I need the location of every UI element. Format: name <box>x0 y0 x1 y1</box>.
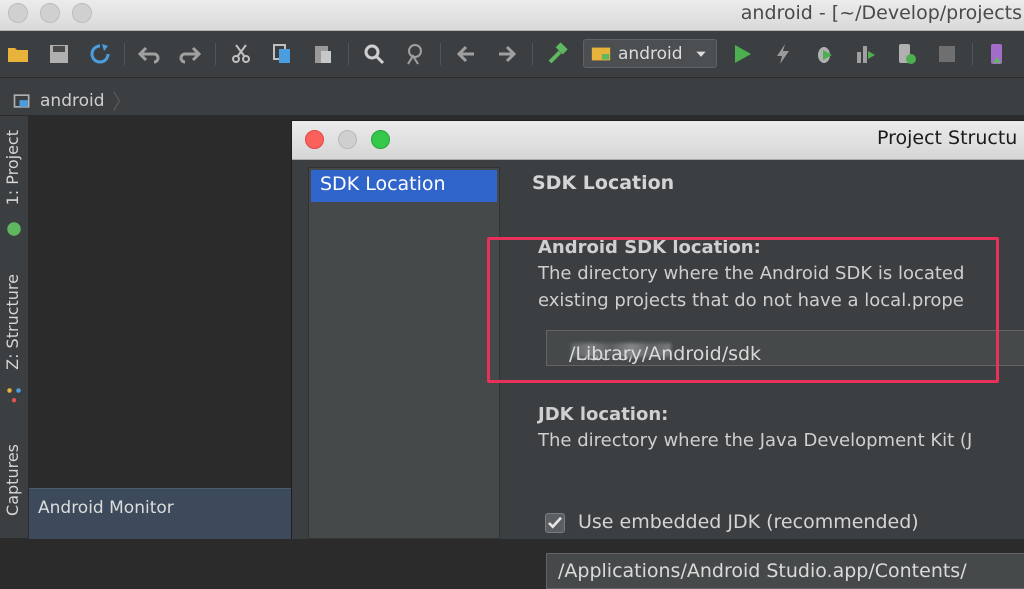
jdk-path-field[interactable]: /Applications/Android Studio.app/Content… <box>546 553 1024 589</box>
redo-icon[interactable] <box>175 39 205 69</box>
back-icon[interactable] <box>451 39 481 69</box>
make-icon[interactable] <box>543 39 573 69</box>
run-configuration-label: android <box>618 43 683 64</box>
attach-debugger-icon[interactable] <box>891 39 921 69</box>
dialog-title: Project Structu <box>877 127 1018 149</box>
sidebar-item-sdk-location[interactable]: SDK Location <box>311 170 497 202</box>
window-titlebar: android - [~/Develop/projects <box>0 0 1024 31</box>
android-icon <box>7 222 21 236</box>
android-monitor-title: Android Monitor <box>38 498 174 518</box>
debug-icon[interactable] <box>809 39 839 69</box>
forward-icon[interactable] <box>492 39 522 69</box>
paste-icon[interactable] <box>308 39 338 69</box>
close-window-button[interactable] <box>8 3 28 23</box>
breadcrumb-separator-icon <box>112 91 120 111</box>
structure-icon <box>7 388 21 403</box>
dialog-minimize-button[interactable] <box>338 130 357 149</box>
cut-icon[interactable] <box>226 39 256 69</box>
sidebar-item-label: SDK Location <box>320 173 446 195</box>
avd-manager-icon[interactable] <box>982 39 1012 69</box>
zoom-window-button[interactable] <box>72 3 92 23</box>
profile-icon[interactable] <box>850 39 880 69</box>
window-title: android - [~/Develop/projects <box>740 2 1022 24</box>
chevron-down-icon <box>696 51 706 57</box>
dialog-zoom-button[interactable] <box>371 130 390 149</box>
save-icon[interactable] <box>44 39 74 69</box>
main-toolbar: android <box>0 31 1024 78</box>
tab-project[interactable]: 1: Project <box>3 130 22 205</box>
copy-icon[interactable] <box>267 39 297 69</box>
breadcrumb-project: android <box>40 91 105 111</box>
tab-structure[interactable]: Z: Structure <box>3 274 22 370</box>
annotation-highlight-box <box>487 237 999 383</box>
jdk-location-label: JDK location: <box>538 404 669 425</box>
undo-icon[interactable] <box>134 39 164 69</box>
section-title: SDK Location <box>532 172 675 194</box>
run-configuration-dropdown[interactable]: android <box>583 39 717 68</box>
checkmark-icon <box>548 516 562 529</box>
android-module-icon <box>591 47 611 60</box>
apply-changes-icon[interactable] <box>768 39 798 69</box>
minimize-window-button[interactable] <box>40 3 60 23</box>
find-icon[interactable] <box>359 39 389 69</box>
android-monitor-panel[interactable]: Android Monitor <box>29 488 291 539</box>
sync-icon[interactable] <box>85 39 115 69</box>
use-embedded-jdk-checkbox[interactable] <box>545 513 565 533</box>
jdk-path-value: /Applications/Android Studio.app/Content… <box>558 560 967 582</box>
navigation-bar: android <box>0 78 1024 116</box>
folder-icon[interactable] <box>3 39 33 69</box>
dialog-sidebar: SDK Location <box>308 167 500 539</box>
tab-captures[interactable]: Captures <box>3 444 22 516</box>
stop-icon[interactable] <box>932 39 962 69</box>
project-folder-icon <box>13 94 30 108</box>
dialog-close-button[interactable] <box>305 130 324 149</box>
left-tool-strip: 1: Project Z: Structure Captures <box>0 116 29 538</box>
breadcrumb[interactable]: android <box>12 86 121 116</box>
replace-icon[interactable] <box>400 39 430 69</box>
jdk-description: The directory where the Java Development… <box>538 430 973 451</box>
dialog-titlebar: Project Structu <box>292 121 1024 160</box>
use-embedded-jdk-label[interactable]: Use embedded JDK (recommended) <box>578 511 919 533</box>
run-icon[interactable] <box>727 39 757 69</box>
